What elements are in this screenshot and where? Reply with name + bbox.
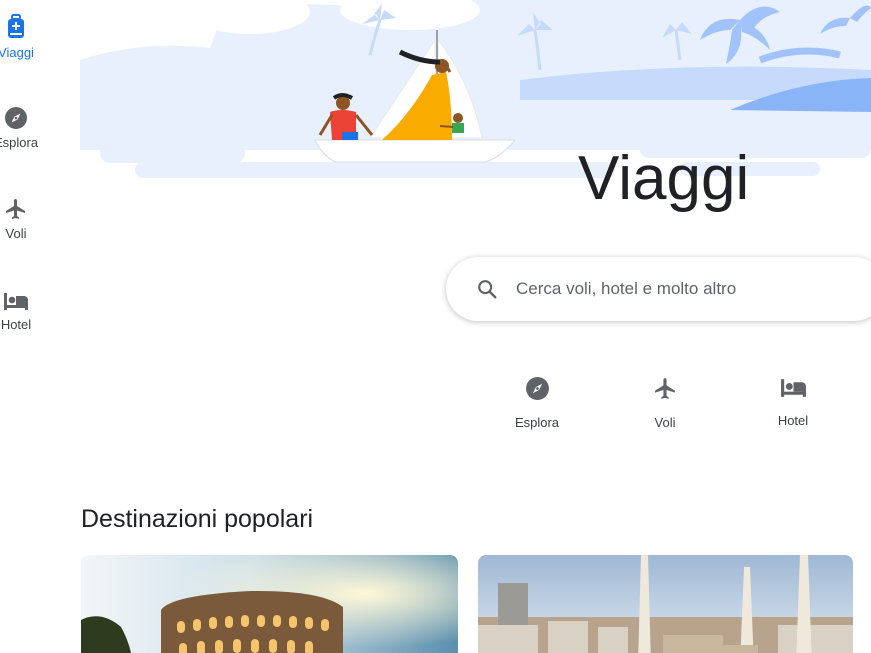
compass-icon — [525, 377, 549, 400]
bed-icon — [780, 379, 806, 397]
airplane-icon — [654, 378, 675, 399]
quick-link-label: Hotel — [777, 413, 809, 428]
destination-card-milan[interactable] — [478, 555, 853, 653]
sidebar-item-label: Voli — [5, 226, 27, 241]
side-navigation: Viaggi Esplora Voli Hotel — [0, 0, 70, 653]
quick-link-hotel[interactable]: Hotel — [748, 376, 838, 428]
destination-card-colosseum[interactable] — [81, 555, 458, 653]
sidebar-item-viaggi[interactable]: Viaggi — [0, 14, 38, 60]
quick-link-esplora[interactable]: Esplora — [492, 376, 582, 430]
quick-link-label: Voli — [654, 415, 676, 430]
search-box[interactable] — [446, 257, 871, 321]
sidebar-item-voli[interactable]: Voli — [0, 197, 38, 241]
travel-bag-icon — [8, 14, 24, 38]
quick-link-voli[interactable]: Voli — [620, 376, 710, 430]
airplane-icon — [6, 199, 25, 219]
sidebar-item-label: Hotel — [0, 317, 32, 332]
colosseum-photo — [81, 555, 458, 653]
search-icon — [478, 280, 497, 299]
milan-cathedral-photo — [478, 555, 853, 653]
sailing-illustration — [80, 0, 871, 190]
sidebar-item-label: Esplora — [0, 135, 39, 150]
sidebar-item-label: Viaggi — [0, 45, 34, 60]
section-title: Destinazioni popolari — [81, 505, 314, 533]
page-title: Viaggi — [578, 144, 750, 213]
sidebar-item-hotel[interactable]: Hotel — [0, 290, 38, 332]
compass-icon — [5, 107, 27, 129]
hero-illustration — [80, 0, 871, 190]
quick-link-label: Esplora — [514, 415, 560, 430]
search-input[interactable] — [516, 279, 846, 299]
bed-icon — [4, 293, 28, 310]
sidebar-item-esplora[interactable]: Esplora — [0, 106, 38, 150]
